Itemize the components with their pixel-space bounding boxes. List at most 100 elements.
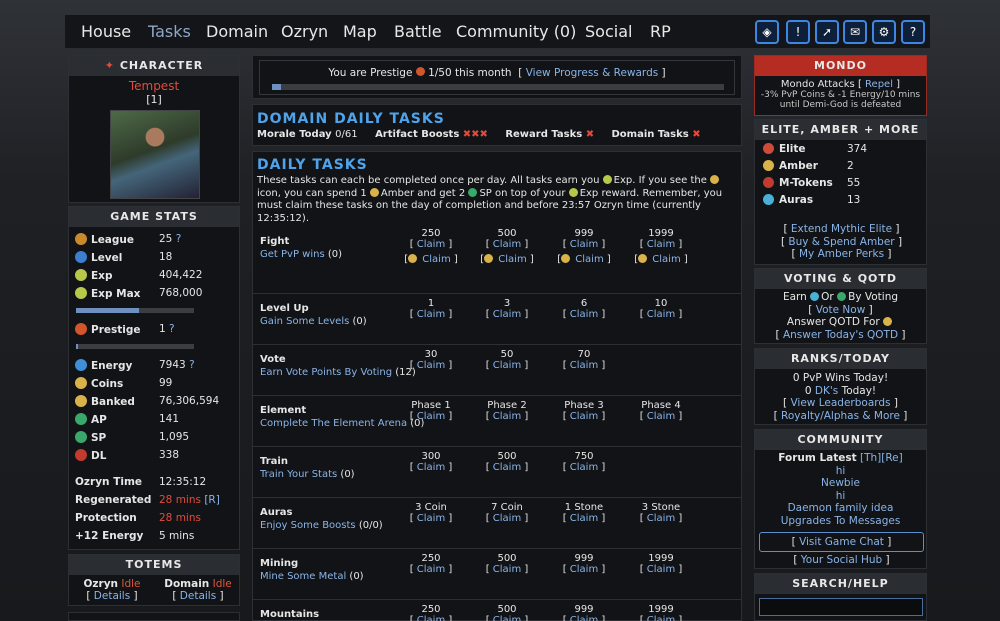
claim-button[interactable]: Claim — [493, 411, 521, 422]
forum-post[interactable]: Newbie — [755, 477, 926, 490]
amber-claim-button[interactable]: Claim — [498, 254, 526, 265]
tier-requirement: 1 — [427, 298, 435, 309]
claim-button[interactable]: Claim — [493, 309, 521, 320]
vote-now-link[interactable]: Vote Now — [816, 304, 866, 316]
rocket-icon[interactable]: ➚ — [815, 20, 839, 44]
task-tier: 999[ Claim ] — [549, 604, 619, 621]
regenerate-link[interactable]: [R] — [204, 494, 220, 506]
elite-icon — [763, 143, 774, 154]
claim-button[interactable]: Claim — [647, 239, 675, 250]
forum-post[interactable]: hi — [755, 490, 926, 503]
forum-post[interactable]: hi — [755, 465, 926, 478]
task-row: Train Train Your Stats (0) 300[ Claim ] 500… — [253, 447, 741, 498]
settings-icon[interactable]: ⚙ — [872, 20, 896, 44]
claim-button[interactable]: Claim — [493, 615, 521, 621]
tier-requirement: Phase 2 — [487, 400, 527, 411]
tier-requirement: 70 — [577, 349, 591, 360]
forum-threads-link[interactable]: [Th] — [860, 452, 881, 464]
claim-button[interactable]: Claim — [570, 309, 598, 320]
nav-domain[interactable]: Domain — [206, 22, 268, 41]
task-description: Enjoy Some Boosts (0/0) — [260, 520, 383, 531]
claim-wrapper: [ Claim ] — [562, 564, 606, 575]
social-hub-link[interactable]: Your Social Hub — [801, 554, 882, 566]
claim-button[interactable]: Claim — [570, 462, 598, 473]
claim-button[interactable]: Claim — [570, 411, 598, 422]
view-progress-link[interactable]: View Progress & Rewards — [526, 67, 659, 79]
repel-link[interactable]: Repel — [865, 79, 893, 90]
alert-icon[interactable]: ! — [786, 20, 810, 44]
ranks-content: 0 PvP Wins Today! 0 DK's Today! [ View L… — [773, 372, 908, 422]
claim-button[interactable]: Claim — [570, 239, 598, 250]
task-tier: 70[ Claim ] — [549, 349, 619, 371]
view-leaderboards-link[interactable]: View Leaderboards — [790, 397, 890, 409]
forum-post[interactable]: Upgrades To Messages — [755, 515, 926, 528]
claim-button[interactable]: Claim — [493, 360, 521, 371]
claim-button[interactable]: Claim — [417, 462, 445, 473]
extend-mythic-elite-link[interactable]: Extend Mythic Elite — [791, 223, 892, 235]
claim-button[interactable]: Claim — [493, 462, 521, 473]
claim-button[interactable]: Claim — [570, 564, 598, 575]
claim-wrapper: [ Claim ] — [639, 564, 683, 575]
claim-button[interactable]: Claim — [417, 564, 445, 575]
amber-icon — [763, 160, 774, 171]
dks-link[interactable]: DK's — [815, 385, 838, 397]
claim-button[interactable]: Claim — [417, 309, 445, 320]
amber-icon — [484, 254, 494, 263]
claim-button[interactable]: Claim — [647, 564, 675, 575]
claim-button[interactable]: Claim — [493, 564, 521, 575]
energy-icon — [75, 359, 87, 371]
claim-button[interactable]: Claim — [417, 239, 445, 250]
amber-perks-link[interactable]: My Amber Perks — [799, 248, 884, 260]
amber-claim-button[interactable]: Claim — [422, 254, 450, 265]
buy-amber-link[interactable]: Buy & Spend Amber — [788, 236, 894, 248]
amber-claim-button[interactable]: Claim — [652, 254, 680, 265]
claim-button[interactable]: Claim — [647, 513, 675, 524]
tier-requirement: 250 — [421, 553, 441, 564]
claim-button[interactable]: Claim — [493, 239, 521, 250]
forum-post[interactable]: Daemon family idea — [755, 502, 926, 515]
claim-button[interactable]: Claim — [570, 615, 598, 621]
mondo-attack-line: Mondo Attacks [ Repel ] — [780, 79, 901, 90]
sp-icon — [75, 431, 87, 443]
character-avatar[interactable] — [110, 110, 200, 199]
claim-button[interactable]: Claim — [417, 615, 445, 621]
character-name[interactable]: Tempest — [69, 79, 239, 93]
nav-battle[interactable]: Battle — [394, 22, 442, 41]
amber-claim-button[interactable]: Claim — [575, 254, 603, 265]
visit-game-chat-button[interactable]: [ Visit Game Chat ] — [759, 532, 924, 552]
claim-button[interactable]: Claim — [570, 513, 598, 524]
help-icon[interactable]: ? — [901, 20, 925, 44]
nav-rp[interactable]: RP — [650, 22, 671, 41]
nav-house[interactable]: House — [81, 22, 131, 41]
totem-domain-details[interactable]: Details — [180, 590, 216, 602]
claim-button[interactable]: Claim — [417, 360, 445, 371]
nav-map[interactable]: Map — [343, 22, 377, 41]
claim-wrapper: [ Claim ] — [562, 239, 606, 250]
tier-requirement: 3 Stone — [641, 502, 681, 513]
claim-button[interactable]: Claim — [570, 360, 598, 371]
claim-button[interactable]: Claim — [417, 411, 445, 422]
totem-ozryn-details[interactable]: Details — [94, 590, 130, 602]
mail-icon[interactable]: ✉ — [843, 20, 867, 44]
nav-social[interactable]: Social — [585, 22, 632, 41]
target-icon[interactable]: ◈ — [755, 20, 779, 44]
task-count: (0) — [327, 249, 343, 260]
game-stats-header: GAME STATS — [69, 207, 239, 227]
exp-icon — [568, 187, 578, 197]
task-tier: 999[ Claim ][ Claim ] — [549, 228, 619, 265]
answer-qotd-link[interactable]: Answer Today's QOTD — [783, 329, 898, 341]
energy-timer: +12 Energy 5 mins — [75, 530, 195, 542]
nav-tasks[interactable]: Tasks — [148, 22, 191, 41]
search-input[interactable] — [759, 598, 923, 616]
claim-button[interactable]: Claim — [647, 309, 675, 320]
claim-button[interactable]: Claim — [647, 411, 675, 422]
forum-replies-link[interactable]: [Re] — [881, 452, 902, 464]
royalty-link[interactable]: Royalty/Alphas & More — [781, 410, 900, 422]
nav-community[interactable]: Community (0) — [456, 22, 576, 41]
claim-button[interactable]: Claim — [417, 513, 445, 524]
task-tier: 1 Stone[ Claim ] — [549, 502, 619, 524]
claim-button[interactable]: Claim — [493, 513, 521, 524]
nav-ozryn[interactable]: Ozryn — [281, 22, 328, 41]
claim-wrapper: [ Claim ] — [485, 309, 529, 320]
claim-button[interactable]: Claim — [647, 615, 675, 621]
